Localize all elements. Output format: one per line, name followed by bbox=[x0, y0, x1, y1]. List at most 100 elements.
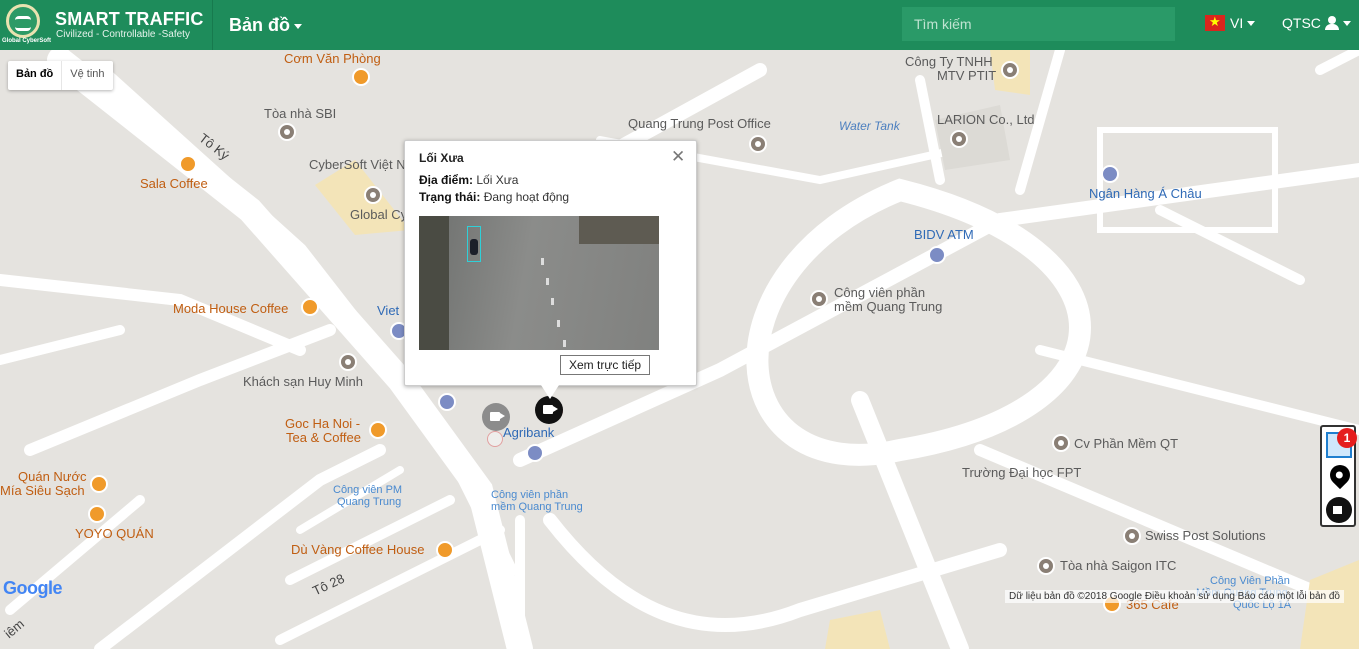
coffee-icon[interactable] bbox=[369, 421, 387, 439]
camera-snapshot[interactable] bbox=[419, 216, 659, 350]
place-icon[interactable] bbox=[1052, 434, 1070, 452]
lane-marking bbox=[557, 320, 560, 327]
map-type-satellite-button[interactable]: Vệ tinh bbox=[61, 61, 112, 90]
map-attribution[interactable]: Dữ liệu bản đồ ©2018 Google Điều khoản s… bbox=[1005, 590, 1344, 603]
gas-station-icon[interactable] bbox=[438, 393, 456, 411]
caret-down-icon bbox=[294, 23, 302, 29]
popup-status-value: Đang hoạt động bbox=[483, 190, 570, 204]
poi-label: Công viên PM bbox=[333, 484, 403, 496]
popup-title: Lối Xưa bbox=[419, 151, 464, 165]
poi-label: Swiss Post Solutions bbox=[1145, 528, 1266, 543]
layer-control-panel: 1 bbox=[1320, 425, 1357, 527]
logo-subtitle: Global CyberSoft bbox=[2, 38, 52, 44]
poi-label: Cơm Văn Phòng bbox=[284, 51, 381, 66]
poi-label: Mía Siêu Sạch bbox=[0, 483, 85, 498]
poi-label: Quán Nước bbox=[18, 469, 87, 484]
notification-badge: 1 bbox=[1337, 428, 1357, 448]
popup-status-label: Trạng thái: bbox=[419, 190, 481, 204]
map-type-control: Bản đồ Vệ tinh bbox=[8, 61, 113, 90]
language-label: VI bbox=[1230, 15, 1244, 31]
poi-label: Trường Đại học FPT bbox=[962, 465, 1082, 480]
coffee-icon[interactable] bbox=[301, 298, 319, 316]
logo-icon bbox=[6, 4, 40, 38]
lane-marking bbox=[546, 278, 549, 285]
popup-location-value: Lối Xưa bbox=[476, 173, 519, 187]
poi-label: YOYO QUÁN bbox=[75, 526, 154, 541]
bank-icon[interactable] bbox=[1101, 165, 1119, 183]
place-icon[interactable] bbox=[950, 130, 968, 148]
atm-icon[interactable] bbox=[526, 444, 544, 462]
place-icon[interactable] bbox=[278, 123, 296, 141]
poi-label: Goc Ha Noi - bbox=[285, 416, 361, 431]
poi-label: Viet bbox=[377, 303, 400, 318]
poi-label: Cv Phần Mềm QT bbox=[1074, 436, 1179, 451]
view-live-button[interactable]: Xem trực tiếp bbox=[560, 355, 651, 375]
hotel-icon[interactable] bbox=[339, 353, 357, 371]
google-logo: Google bbox=[3, 578, 63, 598]
caret-down-icon bbox=[1247, 20, 1256, 26]
atm-icon[interactable] bbox=[928, 246, 946, 264]
user-icon bbox=[1324, 16, 1339, 30]
place-icon[interactable] bbox=[810, 290, 828, 308]
place-icon[interactable] bbox=[1123, 527, 1141, 545]
poi-label: Tea & Coffee bbox=[286, 430, 361, 445]
place-icon[interactable] bbox=[1037, 557, 1055, 575]
poi-label: Agribank bbox=[503, 425, 555, 440]
camera-filter-icon[interactable] bbox=[1326, 497, 1352, 523]
poi-label: LARION Co., Ltd bbox=[937, 112, 1035, 127]
coffee-icon[interactable] bbox=[90, 475, 108, 493]
coffee-icon[interactable] bbox=[436, 541, 454, 559]
search-input[interactable] bbox=[902, 7, 1175, 41]
poi-label: Sala Coffee bbox=[140, 176, 208, 191]
poi-label: Quang Trung bbox=[337, 496, 402, 508]
brand-tagline: Civilized - Controllable -Safety bbox=[56, 29, 190, 40]
brand-logo[interactable]: Global CyberSoft SMART TRAFFIC Civilized… bbox=[0, 0, 213, 50]
poi-label: Water Tank bbox=[839, 119, 900, 133]
place-icon[interactable] bbox=[1001, 61, 1019, 79]
map-type-map-button[interactable]: Bản đồ bbox=[8, 61, 61, 90]
close-icon[interactable]: ✕ bbox=[671, 147, 685, 167]
poi-label: Công viên phần bbox=[491, 489, 569, 501]
vietnam-flag-icon bbox=[1205, 14, 1225, 31]
poi-label: mềm Quang Trung bbox=[834, 299, 943, 314]
detected-vehicle-box bbox=[467, 226, 481, 262]
top-navbar: Global CyberSoft SMART TRAFFIC Civilized… bbox=[0, 0, 1359, 50]
video-camera-icon bbox=[490, 412, 500, 421]
language-selector[interactable]: VI bbox=[1205, 14, 1256, 31]
place-icon[interactable] bbox=[364, 186, 382, 204]
camera-marker-active[interactable] bbox=[535, 396, 563, 424]
building-area bbox=[825, 610, 890, 649]
coffee-icon[interactable] bbox=[88, 505, 106, 523]
poi-label: Tòa nhà SBI bbox=[264, 106, 337, 121]
poi-label: mềm Quang Trung bbox=[491, 501, 583, 513]
poi-label: CyberSoft Việt N bbox=[309, 157, 406, 172]
poi-label: Tòa nhà Saigon ITC bbox=[1060, 558, 1177, 573]
user-menu[interactable]: QTSC bbox=[1282, 15, 1351, 31]
popup-location-label: Địa điểm: bbox=[419, 173, 474, 187]
location-pin-icon[interactable] bbox=[1325, 460, 1355, 490]
lane-marking bbox=[541, 258, 544, 265]
post-office-icon[interactable] bbox=[749, 135, 767, 153]
poi-label: MTV PTIT bbox=[937, 68, 997, 83]
coffee-icon[interactable] bbox=[179, 155, 197, 173]
poi-label: Quang Trung Post Office bbox=[628, 116, 771, 131]
popup-location-row: Địa điểm: Lối Xưa bbox=[419, 173, 518, 187]
building-area bbox=[1300, 560, 1359, 649]
map-menu-dropdown[interactable]: Bản đồ bbox=[229, 15, 302, 36]
brand-title: SMART TRAFFIC bbox=[55, 9, 204, 29]
lane-marking bbox=[563, 340, 566, 347]
poi-label: Công viên phần bbox=[834, 285, 926, 300]
poi-label: Ngân Hàng Á Châu bbox=[1089, 186, 1202, 201]
map-menu-label: Bản đồ bbox=[229, 15, 290, 35]
popup-status-row: Trạng thái: Đang hoạt động bbox=[419, 190, 569, 204]
poi-label: Global Cy bbox=[350, 207, 408, 222]
camera-marker-inactive[interactable] bbox=[482, 403, 510, 431]
poi-label: Moda House Coffee bbox=[173, 301, 289, 316]
camera-range-ring bbox=[487, 431, 503, 447]
poi-label: BIDV ATM bbox=[914, 227, 974, 242]
restaurant-icon[interactable] bbox=[352, 68, 370, 86]
snapshot-roadside bbox=[579, 216, 659, 244]
video-camera-icon bbox=[543, 405, 553, 414]
poi-label: Công Ty TNHH bbox=[905, 54, 993, 69]
caret-down-icon bbox=[1342, 20, 1351, 26]
